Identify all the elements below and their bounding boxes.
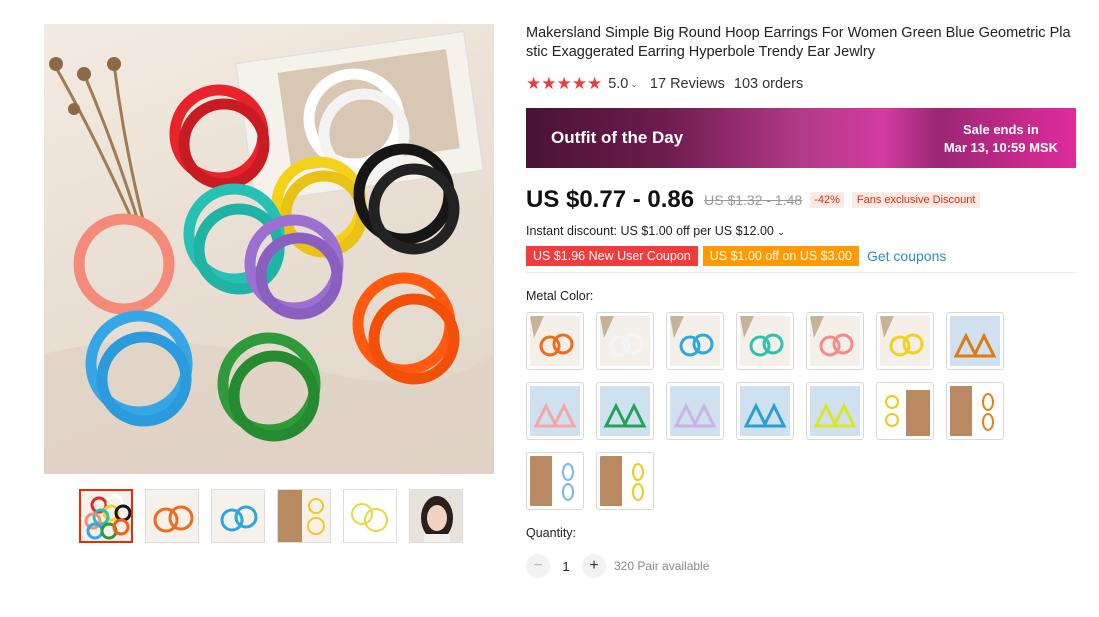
main-product-image[interactable] — [44, 24, 494, 474]
oval-yellow-icon — [600, 456, 644, 506]
color-swatch[interactable] — [946, 382, 1004, 440]
thumbnail-6[interactable] — [409, 489, 463, 543]
orange-hoops-icon — [153, 505, 194, 533]
hoop-blue-icon — [670, 316, 714, 357]
color-swatch[interactable] — [806, 312, 864, 370]
stock-available: 320 Pair available — [614, 559, 710, 573]
blue-hoops-icon — [220, 505, 258, 532]
flower-yellow-icon — [885, 390, 930, 436]
color-swatch[interactable] — [806, 382, 864, 440]
current-price: US $0.77 - 0.86 — [526, 186, 695, 213]
yellow-hoops-icon — [351, 503, 388, 532]
color-swatch[interactable] — [596, 452, 654, 510]
rating-row: ★★★★★ 5.0 ⌄ 17 Reviews 103 orders — [526, 74, 1076, 94]
product-title: Makersland Simple Big Round Hoop Earring… — [526, 25, 1071, 60]
color-swatch[interactable] — [736, 382, 794, 440]
discount-badge: -42% — [810, 192, 844, 208]
hoop-orange-icon — [530, 316, 574, 357]
quantity-stepper: − 1 + 320 Pair available — [526, 554, 1076, 578]
triangle-lilac-icon — [673, 402, 717, 428]
hoop-pink-icon — [810, 316, 854, 357]
thumbnail-4[interactable] — [277, 489, 331, 543]
hoop-yellow-icon — [880, 316, 924, 357]
oval-orange-icon — [950, 386, 994, 436]
reviews-link[interactable]: 17 Reviews — [650, 76, 725, 92]
color-swatch[interactable] — [526, 312, 584, 370]
thumbnail-strip — [79, 489, 463, 543]
triangle-green-icon — [603, 402, 647, 428]
color-swatch[interactable] — [526, 452, 584, 510]
gold-hoops-model-icon — [278, 490, 325, 542]
color-swatch[interactable] — [596, 312, 654, 370]
color-swatch[interactable] — [946, 312, 1004, 370]
triangle-lime-icon — [813, 402, 857, 428]
increase-quantity-button[interactable]: + — [582, 554, 606, 578]
color-swatch[interactable] — [596, 382, 654, 440]
color-swatch[interactable] — [736, 312, 794, 370]
thumbnail-2[interactable] — [145, 489, 199, 543]
earrings-photo-icon — [44, 30, 494, 474]
fans-discount-badge: Fans exclusive Discount — [851, 192, 981, 208]
coupon-row: US $1.96 New User Coupon US $1.00 off on… — [526, 245, 1076, 267]
get-coupons-link[interactable]: Get coupons — [867, 248, 946, 264]
rating-value[interactable]: 5.0 — [608, 76, 628, 92]
store-coupon[interactable]: US $1.00 off on US $3.00 — [702, 246, 859, 266]
original-price: US $1.32 - 1.48 — [704, 192, 803, 208]
triangle-blue-icon — [743, 402, 787, 428]
instant-discount-text: Instant discount: US $1.00 off per US $1… — [526, 224, 774, 238]
banner-title: Outfit of the Day — [551, 128, 684, 147]
color-swatch[interactable] — [666, 312, 724, 370]
color-swatch[interactable] — [876, 382, 934, 440]
triangle-orange-icon — [953, 332, 997, 358]
earrings-collection-icon — [84, 494, 131, 540]
sale-ends-label: Sale ends in — [962, 122, 1039, 137]
promo-banner[interactable]: Outfit of the Day Sale ends in Mar 13, 1… — [526, 108, 1076, 168]
product-info: Makersland Simple Big Round Hoop Earring… — [526, 24, 1076, 578]
price-row: US $0.77 - 0.86 US $1.32 - 1.48 -42% Fan… — [526, 186, 1076, 214]
divider — [526, 272, 1076, 273]
thumbnail-3[interactable] — [211, 489, 265, 543]
chevron-down-icon[interactable]: ⌄ — [630, 79, 638, 90]
instant-discount[interactable]: Instant discount: US $1.00 off per US $1… — [526, 224, 1076, 240]
decrease-quantity-button[interactable]: − — [526, 554, 550, 578]
star-rating-icon: ★★★★★ — [526, 74, 603, 93]
quantity-input[interactable]: 1 — [550, 559, 582, 574]
color-label: Metal Color: — [526, 289, 594, 303]
hoop-teal-icon — [740, 316, 784, 357]
new-user-coupon[interactable]: US $1.96 New User Coupon — [526, 246, 698, 266]
color-swatch-grid — [526, 312, 1076, 510]
thumbnail-5[interactable] — [343, 489, 397, 543]
thumbnail-1[interactable] — [79, 489, 133, 543]
quantity-label: Quantity: — [526, 526, 577, 540]
color-swatch[interactable] — [876, 312, 934, 370]
sale-ends-date: Mar 13, 10:59 MSK — [943, 140, 1058, 155]
orders-count: 103 orders — [733, 76, 804, 92]
hoop-white-icon — [600, 316, 644, 357]
sale-countdown: Sale ends in Mar 13, 10:59 MSK — [944, 121, 1058, 157]
color-swatch[interactable] — [666, 382, 724, 440]
chevron-down-icon: ⌄ — [777, 227, 785, 237]
oval-blue-icon — [530, 456, 574, 506]
color-swatch[interactable] — [526, 382, 584, 440]
triangle-pink-icon — [533, 402, 577, 428]
model-portrait-icon — [421, 496, 453, 542]
